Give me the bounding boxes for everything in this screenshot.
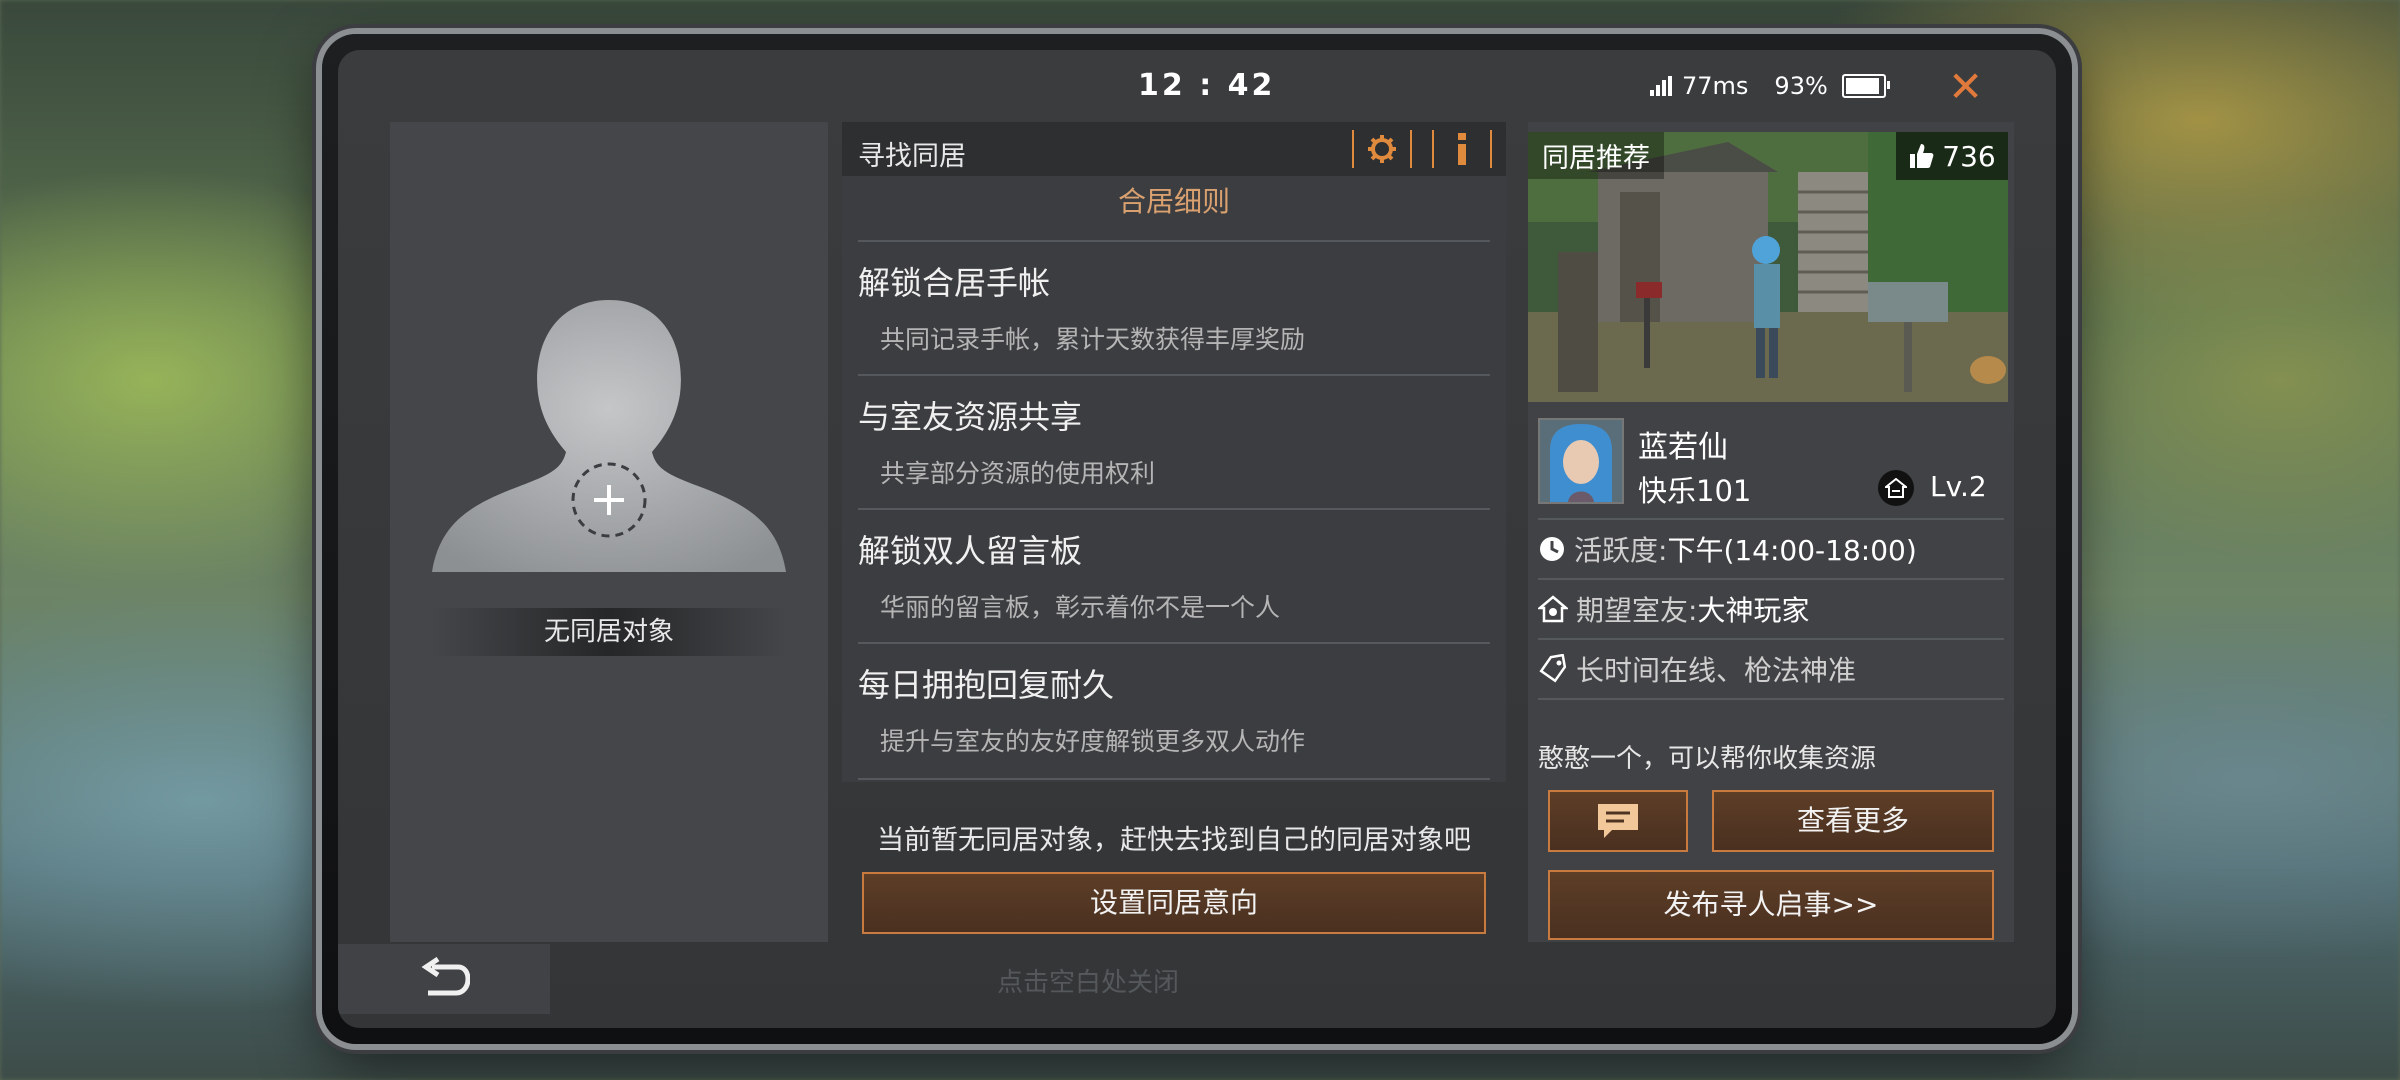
no-roommate-hint: 当前暂无同居对象，赶快去找到自己的同居对象吧 [877,825,1471,856]
signal-icon [1650,76,1672,96]
rule-item: 与室友资源共享 共享部分资源的使用权利 [858,374,1490,510]
thumbs-up-icon [1910,144,1934,168]
ping-text: 77ms [1682,72,1749,100]
activity-value: 下午(14:00-18:00) [1667,534,1917,567]
rule-desc: 提升与室友的友好度解锁更多双人动作 [880,727,1306,756]
home-heart-icon [1538,595,1568,623]
back-button[interactable] [338,944,550,1014]
rules-title: 合居细则 [1117,185,1230,218]
rule-item: 解锁双人留言板 华丽的留言板，彰示着你不是一个人 [858,508,1490,644]
phone-screen: 12 : 42 77ms 93% ✕ 无同居对象 点击空白处关闭 寻找同居 合居… [338,50,2056,1028]
expected-roommate-value: 大神玩家 [1697,594,1810,627]
rule-title: 每日拥抱回复耐久 [858,666,1115,704]
info-button[interactable] [1432,130,1492,168]
settings-button[interactable] [1352,130,1412,168]
post-notice-button[interactable]: 发布寻人启事>> [1548,870,1994,940]
no-partner-label: 无同居对象 [430,608,788,656]
user-avatar-image [1540,420,1622,502]
back-icon [421,957,470,996]
avatar[interactable] [1538,418,1624,504]
battery-percent: 93% [1774,72,1828,100]
status-bar: 77ms 93% [1650,72,1890,100]
clock: 12 : 42 [1138,68,1276,103]
like-count: 736 [1942,139,1996,173]
rule-title: 解锁合居手帐 [858,264,1051,302]
message-button[interactable] [1548,790,1688,852]
user-server: 快乐101 [1638,474,1752,508]
rule-item: 每日拥抱回复耐久 提升与室友的友好度解锁更多双人动作 [858,642,1490,780]
gear-icon [1368,135,1396,163]
recommendation-scene-image[interactable]: 同居推荐 736 [1528,132,2008,402]
empty-avatar-silhouette[interactable] [430,282,788,572]
panel-title: 寻找同居 [858,141,966,172]
view-more-button[interactable]: 查看更多 [1712,790,1994,852]
recommended-user[interactable]: 蓝若仙 快乐101 Lv.2 [1538,418,2004,510]
partner-slot-panel: 无同居对象 [390,122,828,942]
battery-icon [1841,74,1890,98]
info-icon [1458,133,1466,165]
activity-row: 活跃度: 下午(14:00-18:00) [1538,518,2004,578]
user-bio: 憨憨一个，可以帮你收集资源 [1538,744,1877,774]
rule-title: 与室友资源共享 [858,398,1083,436]
battery-fill [1845,78,1880,94]
like-counter[interactable]: 736 [1896,132,2008,180]
close-icon[interactable]: ✕ [1948,62,1983,111]
tap-blank-to-close-hint[interactable]: 点击空白处关闭 [738,962,1438,999]
panel-header: 寻找同居 [842,122,1506,176]
tags-row: 长时间在线、枪法神准 [1538,638,2004,700]
expected-roommate-label: 期望室友: [1576,594,1698,627]
recommendation-panel: 同居推荐 736 蓝若仙 快乐101 Lv.2 活跃度: 下午(14:00-18… [1528,122,2014,942]
expected-roommate-row: 期望室友: 大神玩家 [1538,578,2004,638]
tag-icon [1539,654,1567,683]
activity-label: 活跃度: [1574,534,1668,567]
clock-icon [1540,537,1564,561]
recommendation-label: 同居推荐 [1528,132,1664,179]
user-name: 蓝若仙 [1638,430,1728,465]
user-level: Lv.2 [1930,470,1987,503]
rule-item: 解锁合居手帐 共同记录手帐，累计天数获得丰厚奖励 [858,240,1490,376]
message-icon [1598,804,1638,838]
tags-value: 长时间在线、枪法神准 [1576,654,1857,687]
phone-device-frame: 12 : 42 77ms 93% ✕ 无同居对象 点击空白处关闭 寻找同居 合居… [322,34,2072,1044]
set-roommate-preference-button[interactable]: 设置同居意向 [862,872,1486,934]
rule-title: 解锁双人留言板 [858,532,1083,570]
rule-desc: 共享部分资源的使用权利 [880,459,1156,488]
rule-desc: 共同记录手帐，累计天数获得丰厚奖励 [880,325,1306,354]
house-icon [1878,470,1914,506]
find-roommate-panel: 寻找同居 合居细则 解锁合居手帐 共同记录手帐，累计天数获得丰厚奖励 与室友资源… [842,122,1506,782]
rule-desc: 华丽的留言板，彰示着你不是一个人 [880,593,1281,622]
